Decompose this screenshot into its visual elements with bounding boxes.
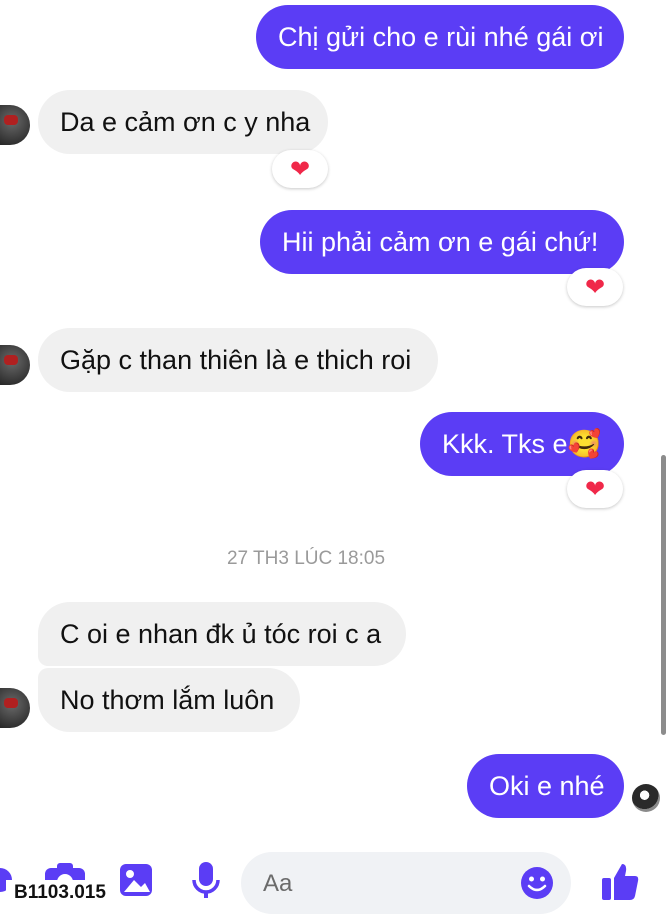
message-bubble-incoming[interactable]: Da e cảm ơn c y nha: [38, 90, 328, 154]
scrollbar[interactable]: [661, 455, 666, 735]
watermark-label: B1103.015: [6, 880, 114, 906]
heart-icon: ❤: [289, 155, 311, 183]
message-bubble-incoming[interactable]: C oi e nhan đk ủ tóc roi c a: [38, 602, 406, 666]
message-text: Gặp c than thiên là e thich roi: [60, 345, 412, 375]
message-text: Hii phải cảm ơn e gái chứ!: [282, 227, 599, 257]
contact-avatar[interactable]: [0, 345, 30, 385]
message-bubble-incoming[interactable]: No thơm lắm luôn: [38, 668, 300, 732]
heart-reaction[interactable]: ❤: [567, 470, 623, 508]
message-text: Chị gửi cho e rùi nhé gái ơi: [278, 22, 604, 52]
microphone-icon[interactable]: [186, 858, 226, 902]
seen-avatar: [632, 784, 660, 812]
message-bubble-outgoing[interactable]: Chị gửi cho e rùi nhé gái ơi: [256, 5, 624, 69]
message-bubble-outgoing[interactable]: Kkk. Tks e🥰: [420, 412, 624, 476]
message-text: Kkk. Tks e🥰: [442, 429, 602, 459]
message-bubble-outgoing[interactable]: Oki e nhé: [467, 754, 624, 818]
conversation-timestamp: 27 TH3 LÚC 18:05: [226, 548, 386, 569]
message-text: Oki e nhé: [489, 771, 605, 801]
message-input[interactable]: [261, 862, 515, 906]
heart-icon: ❤: [584, 273, 606, 301]
contact-avatar[interactable]: [0, 105, 30, 145]
message-bubble-outgoing[interactable]: Hii phải cảm ơn e gái chứ!: [260, 210, 624, 274]
gallery-icon[interactable]: [116, 860, 156, 900]
message-bubble-incoming[interactable]: Gặp c than thiên là e thich roi: [38, 328, 438, 392]
message-text: No thơm lắm luôn: [60, 685, 275, 715]
heart-reaction[interactable]: ❤: [567, 268, 623, 306]
message-text: C oi e nhan đk ủ tóc roi c a: [60, 619, 382, 649]
contact-avatar[interactable]: [0, 688, 30, 728]
heart-icon: ❤: [584, 475, 606, 503]
heart-reaction[interactable]: ❤: [272, 150, 328, 188]
thumbs-up-icon[interactable]: [598, 860, 642, 904]
message-text: Da e cảm ơn c y nha: [60, 107, 311, 137]
message-composer[interactable]: [241, 852, 571, 914]
emoji-icon[interactable]: [519, 865, 555, 901]
